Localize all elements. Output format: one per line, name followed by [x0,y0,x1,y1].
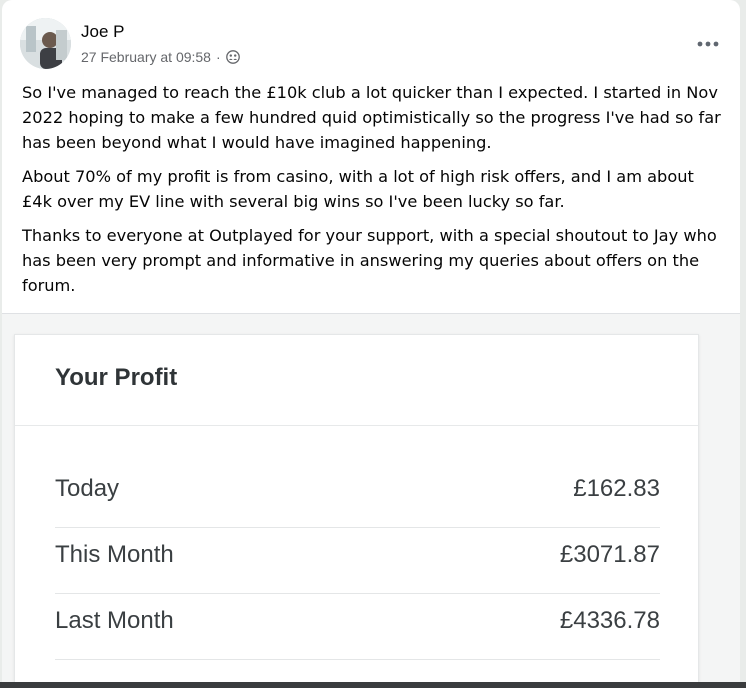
profit-row-label: Today [55,475,120,502]
post-paragraph: Thanks to everyone at Outplayed for your… [22,226,717,295]
attached-image[interactable]: Your Profit Today £162.83 This Month £30… [2,314,740,682]
profit-card: Your Profit Today £162.83 This Month £30… [14,334,699,682]
profit-row-label: This Month [55,541,174,568]
post-header: Joe P 27 February at 09:58 · [20,18,726,72]
meta-separator: · [215,49,221,65]
profit-row-value: £4336.78 [559,607,660,634]
post-text: So I've managed to reach the £10k club a… [22,80,722,307]
profit-row-value: £162.83 [573,475,660,502]
post-timestamp[interactable]: 27 February at 09:58 [81,49,211,65]
post-paragraph: About 70% of my profit is from casino, w… [22,167,694,211]
profit-card-title: Your Profit [55,364,178,391]
bottom-bar [0,682,746,688]
post-meta: 27 February at 09:58 · [81,49,240,65]
card-divider [15,425,698,426]
author-name[interactable]: Joe P [81,22,124,42]
profit-row-today: Today £162.83 [55,461,660,528]
profit-row-this-month: This Month £3071.87 [55,527,660,594]
more-options-button[interactable] [690,26,726,62]
profit-row-value: £3071.87 [559,541,660,568]
avatar-photo [20,18,71,69]
profit-row-label: Last Month [55,607,174,634]
post-paragraph: So I've managed to reach the £10k club a… [22,83,721,152]
post-card: Joe P 27 February at 09:58 · So I've man… [2,0,740,682]
people-icon [225,50,240,64]
profit-row-last-month: Last Month £4336.78 [55,593,660,660]
more-options-icon [697,41,719,47]
avatar[interactable] [20,18,71,69]
